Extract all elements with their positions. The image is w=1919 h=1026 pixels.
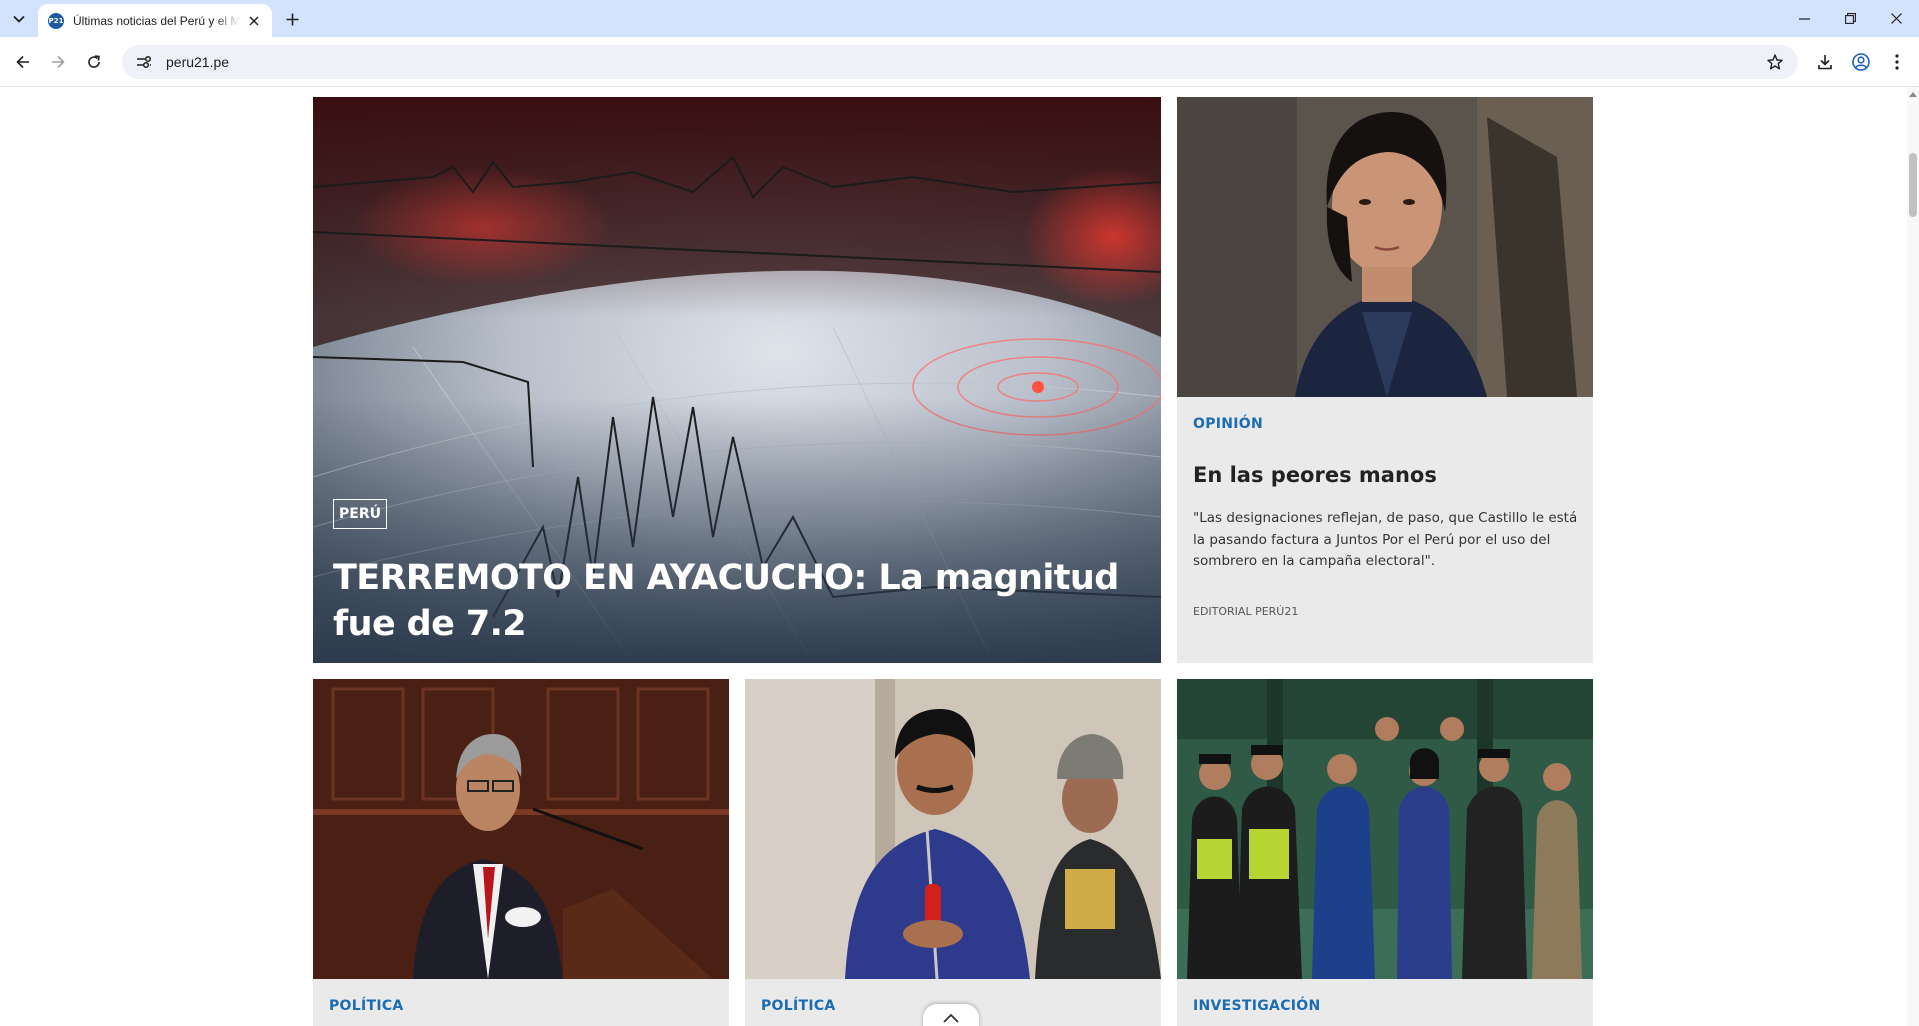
opinion-photo (1177, 97, 1593, 397)
article-card[interactable]: INVESTIGACIÓN (1177, 679, 1593, 1026)
hero-section-tag[interactable]: PERÚ (333, 499, 387, 529)
tab-strip: P21 Últimas noticias del Perú y el Mundo (0, 0, 1919, 37)
article-photo (1177, 679, 1593, 979)
menu-icon[interactable] (1884, 49, 1910, 75)
tab-title: Últimas noticias del Perú y el Mundo (73, 13, 241, 28)
opinion-section-label[interactable]: OPINIÓN (1193, 416, 1263, 432)
address-bar[interactable]: peru21.pe (122, 45, 1798, 79)
close-window-icon[interactable] (1873, 0, 1919, 37)
download-icon[interactable] (1812, 49, 1838, 75)
site-favicon-icon: P21 (48, 12, 64, 29)
forward-icon[interactable] (45, 49, 71, 75)
star-icon[interactable] (1764, 51, 1786, 73)
card-section-label[interactable]: INVESTIGACIÓN (1193, 998, 1321, 1014)
page-viewport: PERÚ TERREMOTO EN AYACUCHO: La magnitud … (0, 87, 1907, 1026)
article-card[interactable]: POLÍTICA (313, 679, 729, 1026)
scrollbar-thumb[interactable] (1909, 153, 1917, 217)
url-text: peru21.pe (166, 54, 230, 70)
hero-headline[interactable]: TERREMOTO EN AYACUCHO: La magnitud fue d… (333, 555, 1133, 647)
profile-icon[interactable] (1848, 49, 1874, 75)
browser-tab[interactable]: P21 Últimas noticias del Perú y el Mundo (38, 4, 272, 37)
opinion-excerpt: "Las designaciones reflejan, de paso, qu… (1193, 510, 1578, 569)
opinion-headline[interactable]: En las peores manos (1193, 463, 1437, 487)
article-photo (745, 679, 1161, 979)
card-section-label[interactable]: POLÍTICA (329, 998, 404, 1014)
browser-toolbar: peru21.pe (0, 37, 1919, 87)
chevron-up-icon (943, 1013, 959, 1023)
close-icon[interactable] (246, 13, 262, 29)
tab-search-icon[interactable] (6, 7, 32, 31)
restore-icon[interactable] (1827, 0, 1873, 37)
opinion-author: EDITORIAL PERÚ21 (1193, 605, 1299, 618)
scroll-up-icon[interactable] (1908, 90, 1918, 98)
site-info-icon[interactable] (132, 50, 156, 74)
plus-icon[interactable] (281, 8, 303, 30)
reload-icon[interactable] (81, 49, 107, 75)
page-scrollbar[interactable] (1907, 87, 1919, 1026)
back-to-top-button[interactable] (923, 1004, 979, 1026)
minimize-icon[interactable] (1781, 0, 1827, 37)
opinion-article[interactable]: OPINIÓN En las peores manos "Las designa… (1177, 97, 1593, 663)
hero-article[interactable]: PERÚ TERREMOTO EN AYACUCHO: La magnitud … (313, 97, 1161, 663)
back-icon[interactable] (10, 49, 36, 75)
article-photo (313, 679, 729, 979)
article-card[interactable]: POLÍTICA (745, 679, 1161, 1026)
card-section-label[interactable]: POLÍTICA (761, 998, 836, 1014)
